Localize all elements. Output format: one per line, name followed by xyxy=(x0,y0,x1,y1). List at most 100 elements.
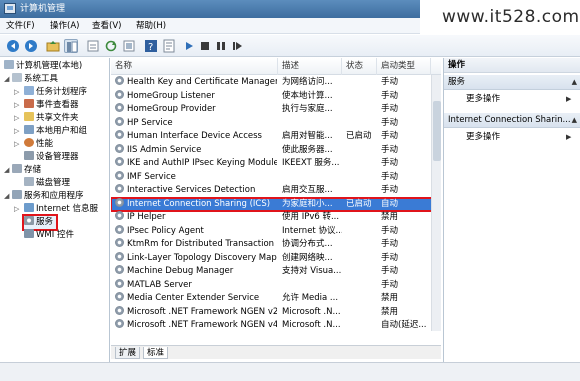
service-gear-icon xyxy=(115,265,124,274)
show-tree-icon[interactable] xyxy=(64,39,78,53)
service-name: Media Center Extender Service xyxy=(115,292,277,306)
tab-standard[interactable]: 标准 xyxy=(143,347,169,359)
restart-service-icon[interactable] xyxy=(230,39,244,53)
service-row[interactable]: Human Interface Device Access 启用对智能... 已启动… xyxy=(111,130,441,144)
collapse-arrow-icon[interactable]: ◢ xyxy=(4,73,9,86)
service-startup-type: 手动 xyxy=(381,117,399,128)
expand-arrow-icon[interactable]: ▷ xyxy=(14,99,19,112)
column-name[interactable]: 名称 xyxy=(111,58,278,75)
service-status: 已启动 xyxy=(346,198,372,209)
service-name: IIS Admin Service xyxy=(115,143,277,158)
start-service-icon[interactable] xyxy=(182,39,196,53)
properties-icon[interactable] xyxy=(162,39,176,53)
collapse-arrow-icon[interactable]: ◢ xyxy=(4,190,9,203)
tree-storage[interactable]: 存储 xyxy=(12,164,41,177)
list-view-icon[interactable] xyxy=(122,39,136,53)
service-row[interactable]: HomeGroup Listener 使本地计算... 手动 xyxy=(111,89,441,104)
title-bar: 计算机管理 xyxy=(0,0,420,18)
expand-arrow-icon[interactable]: ▷ xyxy=(14,112,19,125)
expand-arrow-icon[interactable]: ▷ xyxy=(14,138,19,151)
expand-arrow-icon[interactable]: ▷ xyxy=(14,86,19,99)
expand-arrow-icon[interactable]: ▷ xyxy=(14,125,19,138)
column-startup-type[interactable]: 启动类型 xyxy=(377,58,431,75)
service-row[interactable]: Microsoft .NET Framework NGEN v4.0.... Mi… xyxy=(111,319,441,333)
event-icon xyxy=(24,99,34,108)
service-row[interactable]: IPsec Policy Agent Internet 协议... 手动 xyxy=(111,224,441,239)
tree-iis[interactable]: Internet 信息服 xyxy=(24,203,98,216)
tree-shared-folders[interactable]: 共享文件夹 xyxy=(24,112,79,125)
status-bar xyxy=(0,362,580,381)
refresh-icon[interactable] xyxy=(104,39,118,53)
computer-icon xyxy=(4,60,14,69)
service-row[interactable]: IKE and AuthIP IPsec Keying Modules IKEEX… xyxy=(111,157,441,171)
tree-device-manager[interactable]: 设备管理器 xyxy=(24,151,79,164)
service-row[interactable]: Machine Debug Manager 支持对 Visua... 手动 xyxy=(111,265,441,279)
menu-bar: 文件(F) 操作(A) 查看(V) 帮助(H) xyxy=(0,18,420,34)
service-startup-type: 手动 xyxy=(381,144,399,155)
tree-services-apps[interactable]: 服务和应用程序 xyxy=(12,190,84,203)
service-row[interactable]: MATLAB Server 手动 xyxy=(111,278,441,293)
menu-view[interactable]: 查看(V) xyxy=(92,18,121,34)
service-name: IMF Service xyxy=(115,170,277,185)
service-row[interactable]: Interactive Services Detection 启用交互服... 手动 xyxy=(111,184,441,198)
service-row[interactable]: Link-Layer Topology Discovery Mapper 创建网络… xyxy=(111,251,441,266)
tree-system-tools[interactable]: 系统工具 xyxy=(12,73,58,86)
submenu-arrow-icon: ▶ xyxy=(566,133,572,141)
column-status[interactable]: 状态 xyxy=(342,58,377,75)
menu-action[interactable]: 操作(A) xyxy=(50,18,79,34)
expand-arrow-icon[interactable]: ▷ xyxy=(14,203,19,216)
back-arrow-icon[interactable] xyxy=(6,39,20,53)
vertical-scrollbar[interactable] xyxy=(431,75,441,331)
scrollbar-thumb[interactable] xyxy=(433,101,441,161)
forward-arrow-icon[interactable] xyxy=(24,39,38,53)
service-row[interactable]: HP Service 手动 xyxy=(111,116,441,131)
column-description[interactable]: 描述 xyxy=(278,58,342,75)
service-name: HomeGroup Provider xyxy=(115,103,277,117)
svg-text:?: ? xyxy=(148,42,153,53)
tab-extended[interactable]: 扩展 xyxy=(115,347,141,359)
service-row[interactable]: IMF Service 手动 xyxy=(111,170,441,185)
service-startup-type: 手动 xyxy=(381,171,399,182)
tree-task-scheduler[interactable]: 任务计划程序 xyxy=(24,86,87,99)
up-folder-icon[interactable] xyxy=(46,39,60,53)
service-name: MATLAB Server xyxy=(115,278,277,293)
service-startup-type: 手动 xyxy=(381,279,399,290)
service-row[interactable]: Microsoft .NET Framework NGEN v2.0.... Mi… xyxy=(111,305,441,320)
service-gear-icon xyxy=(115,251,124,261)
service-row[interactable]: IP Helper 使用 IPv6 转... 禁用 xyxy=(111,211,441,225)
service-row[interactable]: Health Key and Certificate Manageme... 为网… xyxy=(111,76,441,90)
tree-services[interactable]: 服务 xyxy=(21,214,59,231)
service-gear-icon xyxy=(115,103,124,112)
help-icon[interactable]: ? xyxy=(144,39,158,53)
service-row[interactable]: KtmRm for Distributed Transaction C... 协调… xyxy=(111,238,441,252)
pause-service-icon[interactable] xyxy=(214,39,228,53)
menu-help[interactable]: 帮助(H) xyxy=(136,18,166,34)
menu-file[interactable]: 文件(F) xyxy=(6,18,35,34)
collapse-arrow-icon[interactable]: ◢ xyxy=(4,164,9,177)
actions-group-services[interactable]: 服务 ▲ xyxy=(444,75,580,90)
service-description: 执行与家庭... xyxy=(282,104,333,114)
more-actions-ics[interactable]: 更多操作 ▶ xyxy=(466,131,571,144)
service-gear-icon xyxy=(115,319,124,328)
tree-wmi[interactable]: WMI 控件 xyxy=(24,229,74,242)
service-description: 允许 Media ... xyxy=(282,293,339,303)
more-actions-services[interactable]: 更多操作 ▶ xyxy=(466,93,571,106)
tree-local-users[interactable]: 本地用户和组 xyxy=(24,125,87,138)
actions-group-ics[interactable]: Internet Connection Sharin... ▲ xyxy=(444,113,580,128)
tree-disk-management[interactable]: 磁盘管理 xyxy=(24,177,70,190)
services-apps-icon xyxy=(12,190,22,199)
iis-icon xyxy=(24,203,34,212)
tree-event-viewer[interactable]: 事件查看器 xyxy=(24,99,79,112)
stop-service-icon[interactable] xyxy=(198,39,212,53)
view-tabs: 扩展 标准 xyxy=(111,345,441,359)
service-row[interactable]: Internet Connection Sharing (ICS) 为家庭和小..… xyxy=(111,196,441,212)
service-name: Microsoft .NET Framework NGEN v2.0.... xyxy=(115,305,277,320)
service-startup-type: 手动 xyxy=(381,266,399,276)
tree-performance[interactable]: 性能 xyxy=(24,138,53,151)
service-row[interactable]: IIS Admin Service 使此服务器... 手动 xyxy=(111,143,441,158)
export-icon[interactable] xyxy=(86,39,100,53)
service-row[interactable]: HomeGroup Provider 执行与家庭... 手动 xyxy=(111,103,441,117)
tree-root[interactable]: 计算机管理(本地) xyxy=(4,60,82,73)
service-name: Health Key and Certificate Manageme... xyxy=(115,76,277,90)
service-row[interactable]: Media Center Extender Service 允许 Media ..… xyxy=(111,292,441,306)
